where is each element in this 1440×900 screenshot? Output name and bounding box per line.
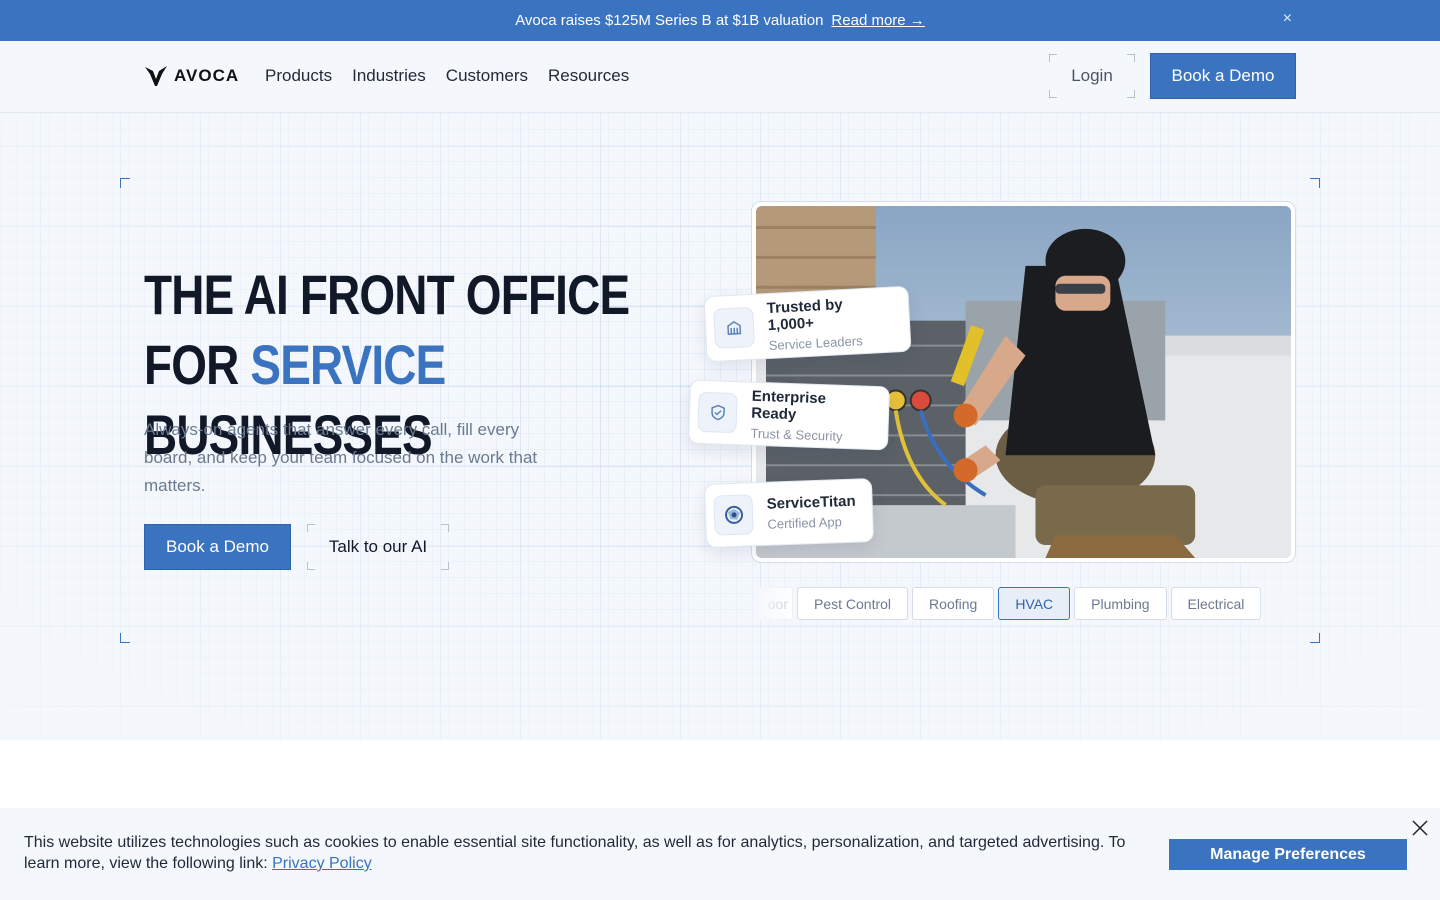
industry-tab-pest-control[interactable]: Pest Control: [797, 587, 909, 620]
chips-fade-left: [755, 587, 795, 621]
announcement-close-icon[interactable]: ×: [1283, 10, 1292, 28]
top-nav: AVOCA Products Industries Customers Reso…: [0, 41, 1440, 113]
nav-item-customers[interactable]: Customers: [446, 66, 528, 86]
building-icon: [713, 306, 755, 349]
login-label: Login: [1071, 66, 1113, 85]
talk-to-ai-button[interactable]: Talk to our AI: [307, 524, 449, 570]
badge-servicetitan-subtitle: Certified App: [767, 514, 843, 532]
corner-bracket: [1127, 90, 1135, 98]
talk-to-ai-label: Talk to our AI: [328, 537, 428, 556]
nav-item-products[interactable]: Products: [265, 66, 332, 86]
corner-bracket: [441, 562, 449, 570]
login-button[interactable]: Login: [1049, 54, 1135, 98]
frame-corner: [1310, 178, 1320, 188]
badge-servicetitan-title: ServiceTitan: [766, 492, 856, 513]
frame-corner: [1310, 633, 1320, 643]
nav-item-resources[interactable]: Resources: [548, 66, 629, 86]
corner-bracket: [307, 562, 315, 570]
badge-enterprise: Enterprise Ready Trust & Security: [687, 379, 891, 451]
avoca-logo-icon: [145, 66, 167, 86]
badge-trusted-title: Trusted by 1,000+: [766, 295, 844, 334]
industry-tab-hvac[interactable]: HVAC: [998, 587, 1071, 620]
corner-bracket: [307, 524, 315, 532]
content-section-start: [0, 740, 1440, 808]
industry-tab-roofing[interactable]: Roofing: [912, 587, 995, 620]
chips-fade-right: [1255, 587, 1295, 621]
corner-bracket: [1049, 90, 1057, 98]
corner-bracket: [441, 524, 449, 532]
main-menu: Products Industries Customers Resources: [265, 66, 629, 86]
badge-enterprise-title: Enterprise Ready: [750, 387, 827, 423]
badge-servicetitan: ServiceTitan Certified App: [703, 478, 875, 548]
cookie-text: This website utilizes technologies such …: [24, 834, 1126, 872]
industry-tab-plumbing[interactable]: Plumbing: [1074, 587, 1167, 620]
corner-bracket: [1049, 54, 1057, 62]
announcement-bar: Avoca raises $125M Series B at $1B valua…: [0, 0, 1440, 41]
manage-preferences-button[interactable]: Manage Preferences: [1169, 839, 1407, 870]
industry-tab-electrical[interactable]: Electrical: [1170, 587, 1262, 620]
avoca-logo[interactable]: AVOCA: [144, 65, 239, 87]
privacy-policy-link[interactable]: Privacy Policy: [272, 855, 372, 872]
nav-item-industries[interactable]: Industries: [352, 66, 426, 86]
badge-trusted-subtitle: Service Leaders: [768, 332, 863, 353]
nav-book-demo-button[interactable]: Book a Demo: [1150, 53, 1296, 99]
cookie-message: This website utilizes technologies such …: [24, 832, 1144, 874]
hero-section: THE AI FRONT OFFICE FOR SERVICE BUSINESS…: [0, 113, 1440, 740]
hero-subtitle: Always-on agents that answer every call,…: [144, 420, 538, 495]
cookie-close-icon[interactable]: [1411, 819, 1429, 837]
frame-corner: [120, 178, 130, 188]
announcement-text: Avoca raises $125M Series B at $1B valua…: [515, 12, 824, 29]
headline-line-1: THE AI FRONT OFFICE: [144, 263, 630, 326]
announcement-read-more-link[interactable]: Read more →: [831, 12, 924, 29]
shield-icon: [697, 391, 738, 434]
cookie-banner: This website utilizes technologies such …: [0, 808, 1440, 900]
industry-tabs: oor Pest Control Roofing HVAC Plumbing E…: [755, 587, 1295, 621]
hero-book-demo-button[interactable]: Book a Demo: [144, 524, 291, 570]
badge-enterprise-subtitle: Trust & Security: [750, 425, 843, 444]
badge-trusted: Trusted by 1,000+ Service Leaders: [703, 285, 912, 363]
frame-corner: [120, 633, 130, 643]
headline-accent: SERVICE: [250, 333, 446, 396]
corner-bracket: [1127, 54, 1135, 62]
headline-for: FOR: [144, 333, 251, 396]
servicetitan-icon: [713, 494, 754, 536]
logo-wordmark: AVOCA: [174, 66, 240, 85]
